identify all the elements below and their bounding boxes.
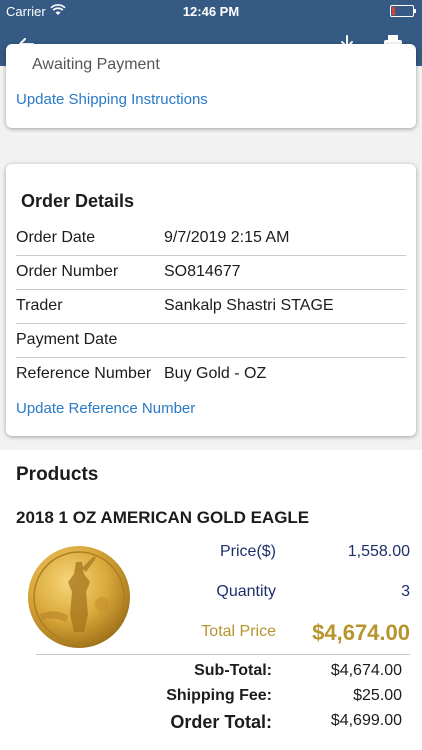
product-name: 2018 1 OZ AMERICAN GOLD EAGLE <box>16 508 310 527</box>
payment-date-row: Payment Date <box>16 323 406 358</box>
trader-value: Sankalp Shastri STAGE <box>164 297 334 314</box>
summary-divider <box>36 654 410 655</box>
trader-row: Trader Sankalp Shastri STAGE <box>16 289 406 324</box>
total-price-value: $4,674.00 <box>312 620 410 645</box>
order-number-label: Order Number <box>16 263 119 280</box>
battery-icon <box>390 5 416 17</box>
reference-number-value: Buy Gold - OZ <box>164 365 267 382</box>
products-section: Products 2018 1 OZ AMERICAN GOLD EAGLE P… <box>0 450 422 750</box>
quantity-label: Quantity <box>216 583 276 600</box>
order-number-row: Order Number SO814677 <box>16 255 406 290</box>
order-date-value: 9/7/2019 2:15 AM <box>164 229 290 246</box>
order-details-card: Order Details Order Date 9/7/2019 2:15 A… <box>6 164 416 436</box>
order-date-row: Order Date 9/7/2019 2:15 AM <box>16 221 406 256</box>
update-shipping-link[interactable]: Update Shipping Instructions <box>16 91 208 108</box>
order-date-label: Order Date <box>16 229 96 246</box>
update-reference-link[interactable]: Update Reference Number <box>16 400 195 417</box>
products-title: Products <box>16 464 99 485</box>
price-value: 1,558.00 <box>347 543 410 560</box>
subtotal-value: $4,674.00 <box>330 662 402 679</box>
clock: 12:46 PM <box>182 4 240 19</box>
reference-number-row: Reference Number Buy Gold - OZ <box>16 357 406 391</box>
payment-date-label: Payment Date <box>16 331 118 348</box>
shipping-card: Awaiting Payment Update Shipping Instruc… <box>6 44 416 128</box>
order-details-title: Order Details <box>21 191 135 211</box>
reference-number-label: Reference Number <box>16 365 152 382</box>
trader-label: Trader <box>16 297 63 314</box>
order-number-value: SO814677 <box>164 263 241 280</box>
subtotal-label: Sub-Total: <box>194 662 272 679</box>
shipping-fee-label: Shipping Fee: <box>166 687 272 704</box>
order-total-label: Order Total: <box>170 712 272 732</box>
order-total-value: $4,699.00 <box>330 712 402 729</box>
shipping-fee-value: $25.00 <box>353 687 402 704</box>
gold-coin-image <box>28 546 130 648</box>
total-price-label: Total Price <box>201 623 276 640</box>
price-label: Price($) <box>219 543 276 560</box>
order-status: Awaiting Payment <box>32 56 160 73</box>
quantity-value: 3 <box>401 583 410 600</box>
status-bar: Carrier 12:46 PM <box>0 0 422 22</box>
